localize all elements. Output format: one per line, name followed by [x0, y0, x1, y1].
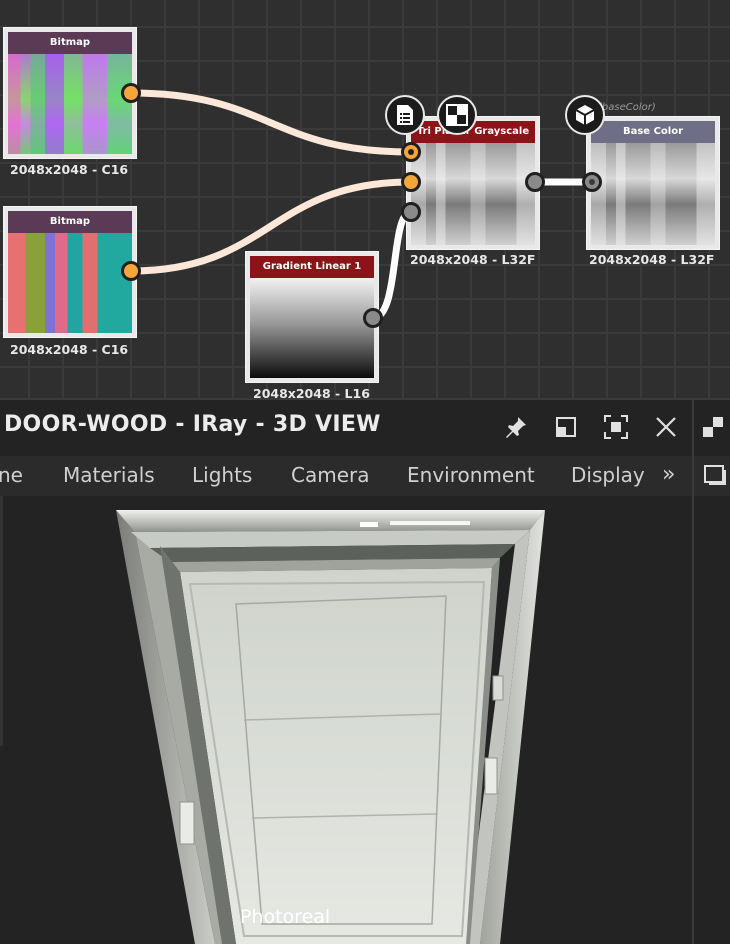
close-icon[interactable]: [651, 412, 681, 442]
bitmap-node-1[interactable]: Bitmap: [3, 27, 137, 159]
right-side-panel: [692, 400, 730, 944]
input-port[interactable]: [401, 172, 421, 192]
document-list-icon[interactable]: [385, 95, 425, 135]
tab-scene[interactable]: ne: [0, 456, 23, 496]
door-render: [116, 510, 545, 944]
node-caption: 2048x2048 - L32F: [589, 252, 715, 267]
input-port[interactable]: [401, 142, 421, 162]
node-caption: 2048x2048 - L32F: [410, 252, 536, 267]
gradient-thumbnail: [250, 278, 374, 378]
node-title: Bitmap: [8, 32, 132, 54]
more-tabs-button[interactable]: »: [662, 456, 675, 496]
base-color-output-node[interactable]: Base Color: [586, 116, 720, 250]
tab-environment[interactable]: Environment: [407, 456, 535, 496]
node-caption: 2048x2048 - C16: [10, 342, 129, 357]
tri-planar-grayscale-node[interactable]: Tri Planar Grayscale: [406, 116, 540, 250]
checker-icon[interactable]: [437, 95, 477, 135]
panel-title: DOOR-WOOD - IRay - 3D VIEW: [4, 412, 381, 437]
checker-icon[interactable]: [698, 412, 728, 442]
node-title: Gradient Linear 1: [250, 256, 374, 278]
left-panel-edge: [0, 496, 3, 746]
output-port[interactable]: [525, 172, 545, 192]
gradient-linear-node[interactable]: Gradient Linear 1: [245, 251, 379, 383]
restore-icon[interactable]: [551, 412, 581, 442]
tab-display[interactable]: Display: [571, 456, 645, 496]
node-title: Bitmap: [8, 211, 132, 233]
input-port[interactable]: [582, 172, 602, 192]
render-mode-label: Photoreal: [240, 906, 331, 928]
output-port[interactable]: [121, 261, 141, 281]
view-tabbar: ne Materials Lights Camera Environment D…: [0, 456, 692, 496]
tab-camera[interactable]: Camera: [291, 456, 370, 496]
output-port[interactable]: [121, 83, 141, 103]
base-color-thumbnail: [591, 143, 715, 245]
cube-icon[interactable]: [565, 95, 605, 135]
input-port[interactable]: [401, 202, 421, 222]
3d-viewport[interactable]: Photoreal: [0, 496, 690, 944]
tab-materials[interactable]: Materials: [63, 456, 155, 496]
node-title: Base Color: [591, 121, 715, 143]
node-caption: 2048x2048 - L16: [253, 386, 370, 398]
fullscreen-icon[interactable]: [601, 412, 631, 442]
bitmap-node-2[interactable]: Bitmap: [3, 206, 137, 338]
tab-lights[interactable]: Lights: [192, 456, 252, 496]
grayscale-thumbnail: [411, 143, 535, 245]
wire-bitmap1-to-triplanar: [130, 89, 412, 156]
window-icon[interactable]: [700, 460, 730, 490]
pin-icon[interactable]: [501, 412, 531, 442]
node-graph-canvas[interactable]: Bitmap 2048x2048 - C16 Bitmap 2048x2048 …: [0, 0, 730, 398]
right-tabbar: [694, 456, 730, 496]
bitmap-thumbnail: [8, 233, 132, 333]
3d-view-panel: DOOR-WOOD - IRay - 3D VIEW ne Materials …: [0, 400, 692, 944]
node-caption: 2048x2048 - C16: [10, 162, 129, 177]
output-port[interactable]: [363, 308, 383, 328]
output-identifier-label: (baseColor): [598, 102, 656, 113]
bitmap-thumbnail: [8, 54, 132, 154]
